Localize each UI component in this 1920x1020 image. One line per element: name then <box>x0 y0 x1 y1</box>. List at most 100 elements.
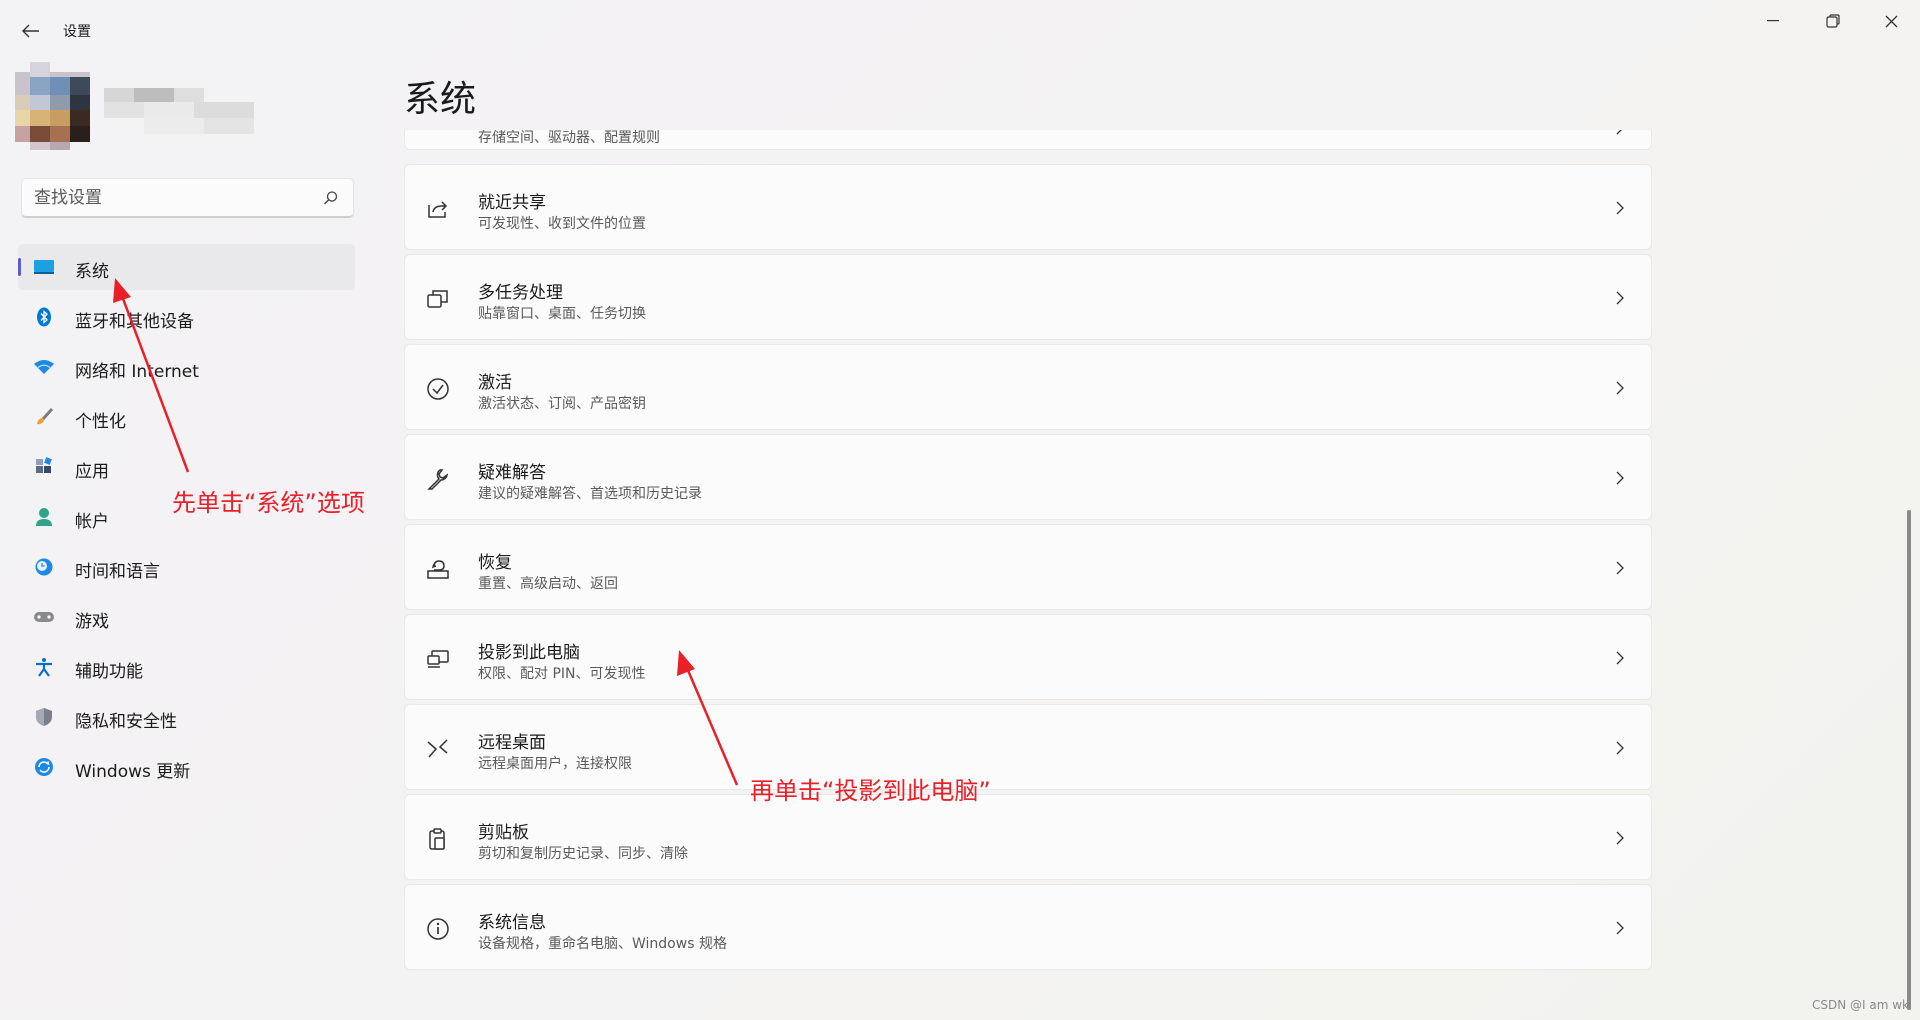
settings-item-recovery[interactable]: 恢复 重置、高级启动、返回 <box>404 524 1652 610</box>
settings-item-subtitle: 可发现性、收到文件的位置 <box>478 216 646 232</box>
info-icon <box>425 916 451 942</box>
sidebar-item-network[interactable]: 网络和 Internet <box>18 344 355 390</box>
settings-item-title: 投影到此电脑 <box>478 643 580 663</box>
settings-item-subtitle: 远程桌面用户，连接权限 <box>478 756 632 772</box>
app-title: 设置 <box>63 24 91 40</box>
settings-item-subtitle: 重置、高级启动、返回 <box>478 576 618 592</box>
scrollbar[interactable] <box>1907 510 1911 1010</box>
close-icon <box>1885 15 1897 27</box>
sidebar-item-system[interactable]: 系统 <box>18 244 355 290</box>
settings-item-title: 激活 <box>478 373 512 393</box>
settings-item-subtitle: 激活状态、订阅、产品密钥 <box>478 396 646 412</box>
apps-icon <box>33 457 55 477</box>
settings-item-title: 多任务处理 <box>478 283 563 303</box>
sidebar-item-privacy[interactable]: 隐私和安全性 <box>18 694 355 740</box>
multitask-icon <box>425 286 451 312</box>
sidebar-item-label: 网络和 Internet <box>75 362 199 382</box>
avatar[interactable] <box>15 62 90 150</box>
restore-icon <box>1826 14 1840 28</box>
clipboard-icon <box>425 826 451 852</box>
bluetooth-icon <box>33 307 55 327</box>
restore-button[interactable] <box>1810 6 1856 36</box>
settings-item-activation[interactable]: 激活 激活状态、订阅、产品密钥 <box>404 344 1652 430</box>
settings-item-subtitle: 权限、配对 PIN、可发现性 <box>478 666 646 682</box>
chevron-right-icon <box>1613 130 1627 137</box>
settings-item-subtitle: 剪切和复制历史记录、同步、清除 <box>478 846 688 862</box>
settings-item-title: 疑难解答 <box>478 463 546 483</box>
sidebar-item-accessibility[interactable]: 辅助功能 <box>18 644 355 690</box>
chevron-right-icon <box>1613 919 1627 937</box>
arrow-left-icon <box>22 24 39 38</box>
sidebar-item-label: 系统 <box>75 262 109 282</box>
sidebar-nav: 系统 蓝牙和其他设备 网络和 Internet 个性化 应用 帐户 时间和语言 … <box>18 244 355 794</box>
sidebar-item-personalization[interactable]: 个性化 <box>18 394 355 440</box>
sidebar-item-label: 隐私和安全性 <box>75 712 177 732</box>
chevron-right-icon <box>1613 379 1627 397</box>
watermark: CSDN @I am wk <box>1812 998 1910 1012</box>
settings-item-storage[interactable]: 存储空间、驱动器、配置规则 <box>404 130 1652 150</box>
user-name-blurred <box>104 88 254 134</box>
sidebar-item-time-language[interactable]: 时间和语言 <box>18 544 355 590</box>
settings-item-title: 就近共享 <box>478 193 546 213</box>
accessibility-icon <box>33 657 55 677</box>
chevron-right-icon <box>1613 559 1627 577</box>
search-icon[interactable] <box>323 190 339 206</box>
minimize-icon <box>1767 20 1779 22</box>
paintbrush-icon <box>33 407 55 427</box>
update-icon <box>33 757 55 777</box>
sidebar-item-bluetooth[interactable]: 蓝牙和其他设备 <box>18 294 355 340</box>
sidebar-item-label: 时间和语言 <box>75 562 160 582</box>
settings-item-subtitle: 存储空间、驱动器、配置规则 <box>478 130 660 146</box>
gamepad-icon <box>33 607 55 627</box>
annotation-step-1: 先单击“系统”选项 <box>172 489 365 517</box>
project-icon <box>425 646 451 672</box>
user-icon <box>33 507 55 527</box>
share-icon <box>425 196 451 222</box>
chevron-right-icon <box>1613 739 1627 757</box>
check-circle-icon <box>425 376 451 402</box>
settings-item-subtitle: 设备规格，重命名电脑、Windows 规格 <box>478 936 727 952</box>
annotation-step-2: 再单击“投影到此电脑” <box>750 777 991 805</box>
sidebar-item-label: Windows 更新 <box>75 762 191 782</box>
sidebar-item-label: 个性化 <box>75 412 126 432</box>
chevron-right-icon <box>1613 829 1627 847</box>
sidebar-item-label: 辅助功能 <box>75 662 143 682</box>
settings-item-subtitle: 建议的疑难解答、首选项和历史记录 <box>478 486 702 502</box>
settings-item-nearby-sharing[interactable]: 就近共享 可发现性、收到文件的位置 <box>404 164 1652 250</box>
close-button[interactable] <box>1868 6 1914 36</box>
settings-item-about[interactable]: 系统信息 设备规格，重命名电脑、Windows 规格 <box>404 884 1652 970</box>
settings-item-project-to-pc[interactable]: 投影到此电脑 权限、配对 PIN、可发现性 <box>404 614 1652 700</box>
settings-list: 存储空间、驱动器、配置规则 就近共享 可发现性、收到文件的位置 多任务处理 贴靠… <box>404 130 1654 1020</box>
chevron-right-icon <box>1613 289 1627 307</box>
chevron-right-icon <box>1613 199 1627 217</box>
globe-clock-icon <box>33 557 55 577</box>
shield-icon <box>33 707 55 727</box>
monitor-icon <box>33 257 55 277</box>
sidebar-item-label: 应用 <box>75 462 109 482</box>
page-title: 系统 <box>404 79 477 120</box>
settings-item-title: 剪贴板 <box>478 823 529 843</box>
search-box[interactable] <box>21 178 354 218</box>
title-bar: 设置 <box>0 0 1920 60</box>
sidebar-item-gaming[interactable]: 游戏 <box>18 594 355 640</box>
sidebar-item-label: 帐户 <box>75 512 109 532</box>
back-button[interactable] <box>16 18 46 44</box>
wrench-icon <box>425 466 451 492</box>
active-indicator <box>18 258 21 276</box>
settings-item-subtitle: 贴靠窗口、桌面、任务切换 <box>478 306 646 322</box>
chevron-right-icon <box>1613 649 1627 667</box>
sidebar-item-windows-update[interactable]: Windows 更新 <box>18 744 355 790</box>
minimize-button[interactable] <box>1750 6 1796 36</box>
sidebar-item-label: 蓝牙和其他设备 <box>75 312 194 332</box>
settings-item-title: 远程桌面 <box>478 733 546 753</box>
settings-item-multitasking[interactable]: 多任务处理 贴靠窗口、桌面、任务切换 <box>404 254 1652 340</box>
settings-item-remote-desktop[interactable]: 远程桌面 远程桌面用户，连接权限 <box>404 704 1652 790</box>
recovery-icon <box>425 556 451 582</box>
remote-desktop-icon <box>425 736 451 762</box>
settings-item-clipboard[interactable]: 剪贴板 剪切和复制历史记录、同步、清除 <box>404 794 1652 880</box>
settings-item-troubleshoot[interactable]: 疑难解答 建议的疑难解答、首选项和历史记录 <box>404 434 1652 520</box>
settings-item-title: 系统信息 <box>478 913 546 933</box>
search-input[interactable] <box>34 187 314 209</box>
wifi-icon <box>33 357 55 377</box>
settings-item-title: 恢复 <box>478 553 512 573</box>
